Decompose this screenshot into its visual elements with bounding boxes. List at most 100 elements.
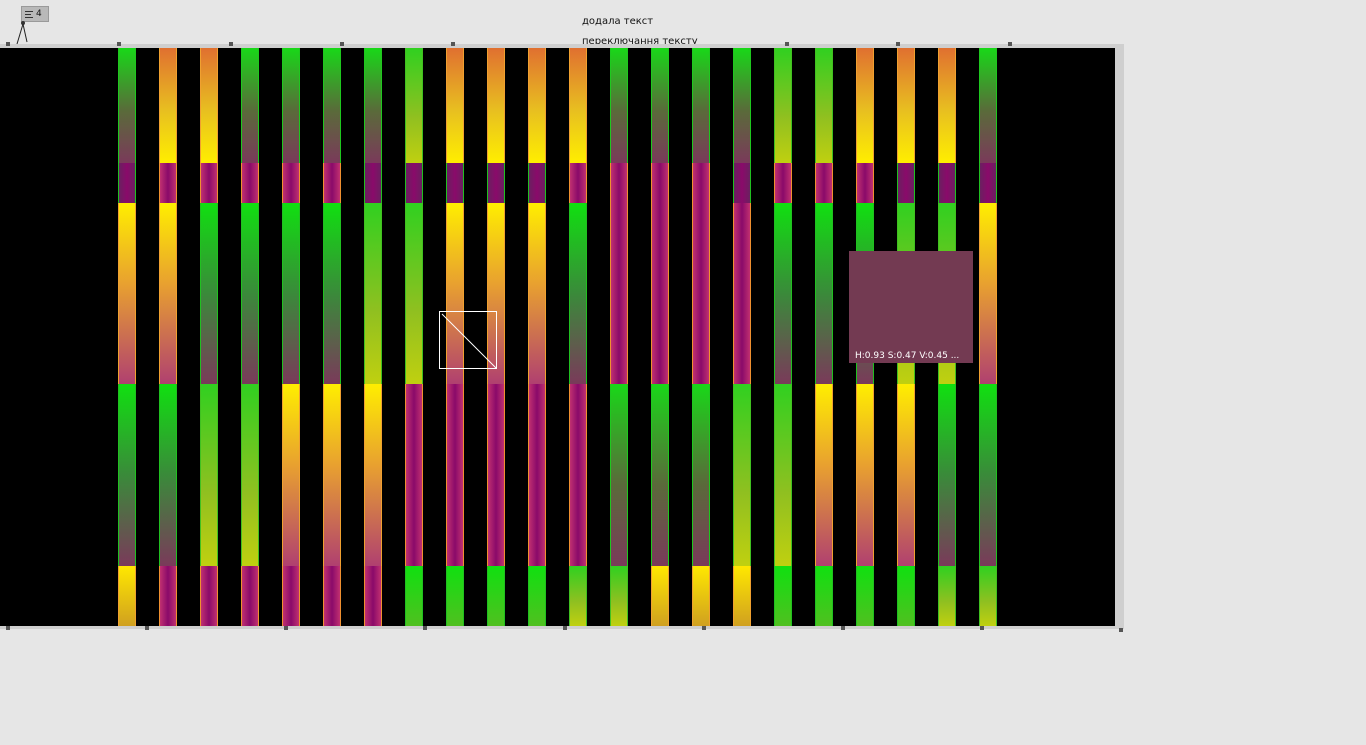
stripe-segment — [446, 566, 464, 626]
resize-handle[interactable] — [451, 42, 455, 46]
stripe-segment — [405, 163, 423, 203]
stripe-segment — [815, 163, 833, 203]
color-stripe — [405, 48, 423, 626]
stripe-segment — [118, 48, 136, 163]
stripe-segment — [569, 163, 587, 203]
stripe-segment — [692, 48, 710, 163]
anchor-pin-icon — [16, 21, 28, 45]
stripe-segment — [938, 48, 956, 163]
stripe-segment — [569, 384, 587, 566]
resize-handle[interactable] — [563, 626, 567, 630]
resize-handle[interactable] — [785, 42, 789, 46]
stripe-segment — [733, 566, 751, 626]
stripe-segment — [405, 203, 423, 384]
stripe-segment — [528, 163, 546, 203]
stripe-segment — [897, 384, 915, 566]
stripe-segment — [856, 163, 874, 203]
resize-handle[interactable] — [896, 42, 900, 46]
resize-handle[interactable] — [1008, 42, 1012, 46]
resize-handle-corner[interactable] — [1119, 628, 1123, 632]
stripe-segment — [364, 163, 382, 203]
stripe-segment — [487, 566, 505, 626]
stripe-segment — [241, 163, 259, 203]
stripe-segment — [528, 384, 546, 566]
stripe-segment — [364, 566, 382, 626]
stripe-segment — [200, 203, 218, 384]
stripe-segment — [118, 163, 136, 203]
stripe-segment — [610, 566, 628, 626]
stripe-segment — [815, 203, 833, 384]
stripe-segment — [118, 384, 136, 566]
stripe-segment — [241, 48, 259, 163]
stripe-segment — [241, 566, 259, 626]
stripe-segment — [856, 48, 874, 163]
stripe-segment — [774, 203, 792, 384]
resize-handle[interactable] — [6, 42, 10, 46]
color-stripe — [610, 48, 628, 626]
stripe-segment — [610, 203, 628, 384]
stripe-segment — [200, 384, 218, 566]
stripe-segment — [897, 566, 915, 626]
stripe-segment — [651, 203, 669, 384]
stripe-segment — [692, 163, 710, 203]
color-stripe — [569, 48, 587, 626]
stripe-segment — [282, 48, 300, 163]
stripe-segment — [159, 163, 177, 203]
stripe-segment — [938, 384, 956, 566]
stripe-segment — [692, 384, 710, 566]
stripe-segment — [733, 48, 751, 163]
stripe-segment — [569, 48, 587, 163]
stripe-segment — [118, 566, 136, 626]
selection-diagonal-icon — [441, 313, 497, 369]
stripe-segment — [364, 48, 382, 163]
resize-handle[interactable] — [340, 42, 344, 46]
stripe-segment — [528, 203, 546, 384]
color-stripe — [364, 48, 382, 626]
stripe-segment — [569, 203, 587, 384]
color-stripe — [815, 48, 833, 626]
stripe-segment — [364, 203, 382, 384]
stripe-segment — [651, 384, 669, 566]
stripe-segment — [159, 48, 177, 163]
stripe-segment — [364, 384, 382, 566]
stripe-segment — [200, 163, 218, 203]
color-stripe — [323, 48, 341, 626]
resize-handle[interactable] — [6, 626, 10, 630]
resize-handle[interactable] — [229, 42, 233, 46]
stripe-segment — [938, 163, 956, 203]
stripe-segment — [487, 48, 505, 163]
resize-handle[interactable] — [423, 626, 427, 630]
stripe-segment — [446, 48, 464, 163]
stripe-segment — [610, 48, 628, 163]
color-stripe — [118, 48, 136, 626]
stripe-segment — [569, 566, 587, 626]
stripe-segment — [815, 384, 833, 566]
resize-handle[interactable] — [145, 626, 149, 630]
stripe-segment — [979, 163, 997, 203]
selection-box[interactable] — [439, 311, 497, 369]
caption-added-text[interactable]: додала текст — [582, 16, 653, 27]
stripe-segment — [446, 384, 464, 566]
stripe-segment — [241, 384, 259, 566]
color-stripe — [241, 48, 259, 626]
resize-handle[interactable] — [702, 626, 706, 630]
stripe-segment — [815, 566, 833, 626]
resize-handle[interactable] — [117, 42, 121, 46]
stripe-segment — [610, 163, 628, 203]
stripe-segment — [159, 384, 177, 566]
color-hsv-readout: H:0.93 S:0.47 V:0.45 ... — [855, 351, 960, 361]
stripe-segment — [897, 163, 915, 203]
stripe-segment — [159, 566, 177, 626]
stripe-segment — [323, 48, 341, 163]
resize-handle[interactable] — [980, 626, 984, 630]
color-stripe — [774, 48, 792, 626]
menu-icon — [25, 10, 33, 18]
stripe-segment — [282, 163, 300, 203]
stripe-segment — [323, 203, 341, 384]
color-stripe — [692, 48, 710, 626]
resize-handle[interactable] — [284, 626, 288, 630]
editor-root: 4 додала текст переключання тексту H:0.9… — [0, 0, 1366, 745]
resize-handle[interactable] — [841, 626, 845, 630]
stripe-segment — [200, 48, 218, 163]
stripe-segment — [405, 566, 423, 626]
